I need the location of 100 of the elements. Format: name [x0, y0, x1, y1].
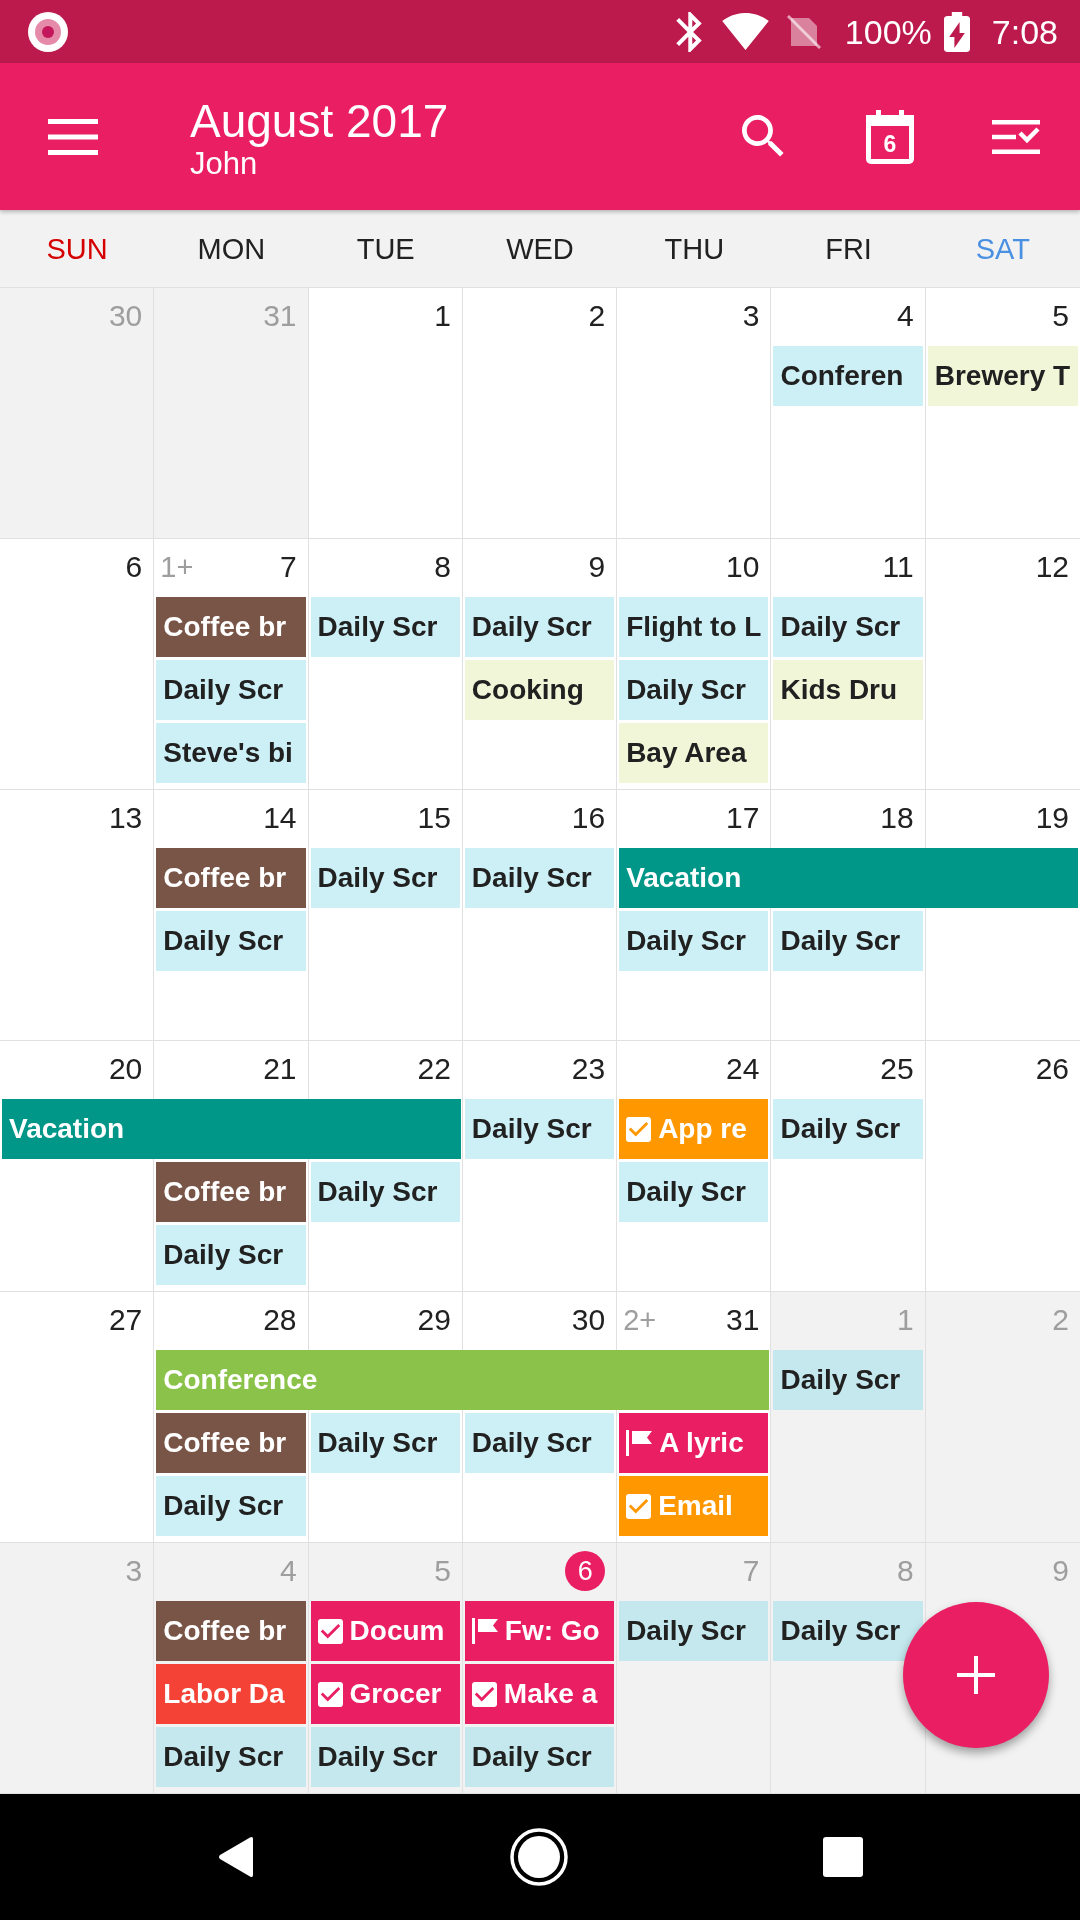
- date-number: 31: [726, 1302, 760, 1338]
- event-chip[interactable]: Daily Scr: [464, 1099, 615, 1159]
- date-number: 4: [897, 298, 914, 334]
- weekday-label: SAT: [975, 231, 1030, 266]
- event-chip[interactable]: Daily Scr: [464, 1413, 615, 1473]
- date-number: 12: [1035, 549, 1069, 585]
- date-number: 8: [897, 1553, 914, 1589]
- event-chip[interactable]: Daily Scr: [619, 660, 769, 720]
- event-chip[interactable]: Daily Scr: [773, 597, 923, 657]
- day-cell[interactable]: 1 Daily Scr: [771, 1292, 926, 1542]
- list-check-icon[interactable]: [992, 119, 1040, 154]
- event-chip[interactable]: Cooking: [464, 660, 615, 720]
- event-chip[interactable]: Conferen: [773, 346, 923, 406]
- today-button[interactable]: 6: [866, 109, 914, 164]
- day-cell[interactable]: 11 Daily Scr Kids Dru: [771, 539, 926, 789]
- event-chip[interactable]: Daily Scr: [619, 911, 769, 971]
- weekday-label: MON: [197, 231, 266, 266]
- date-number: 28: [263, 1302, 297, 1338]
- event-chip[interactable]: Daily Scr: [464, 597, 615, 657]
- event-bar[interactable]: Vacation: [619, 848, 1078, 908]
- day-cell[interactable]: 16 Daily Scr: [462, 790, 618, 1040]
- day-cell[interactable]: 4 Coffee br Labor Da Daily Scr: [154, 1543, 309, 1793]
- event-chip[interactable]: A lyric: [619, 1413, 769, 1473]
- day-cell[interactable]: 7 Daily Scr: [617, 1543, 772, 1793]
- checked-box-icon[interactable]: [626, 1116, 652, 1142]
- date-number: 22: [417, 1051, 451, 1087]
- event-chip[interactable]: Daily Scr: [156, 1476, 306, 1536]
- day-cell[interactable]: 24 App re Daily Scr: [617, 1041, 772, 1291]
- date-number: 9: [1052, 1553, 1069, 1589]
- event-chip[interactable]: Daily Scr: [156, 660, 306, 720]
- day-cell[interactable]: 14 Coffee br Daily Scr: [154, 790, 309, 1040]
- day-cell[interactable]: 15 Daily Scr: [308, 790, 463, 1040]
- event-chip[interactable]: Coffee br: [156, 1601, 306, 1661]
- date-number: 25: [880, 1051, 914, 1087]
- event-chip[interactable]: Daily Scr: [310, 597, 460, 657]
- event-chip[interactable]: Daily Scr: [773, 1601, 923, 1661]
- day-cell[interactable]: 25 Daily Scr: [771, 1041, 926, 1291]
- event-chip[interactable]: Fw: Go: [464, 1601, 615, 1661]
- menu-icon[interactable]: [48, 118, 98, 155]
- date-number: 30: [571, 1302, 606, 1338]
- day-cell[interactable]: 1+ 7 Coffee br Daily Scr Steve's bi: [154, 539, 309, 789]
- event-chip[interactable]: Daily Scr: [773, 1099, 923, 1159]
- event-chip[interactable]: Daily Scr: [464, 1727, 615, 1787]
- date-number: 4: [279, 1553, 297, 1589]
- event-chip[interactable]: Steve's bi: [156, 723, 306, 783]
- weekday-label: THU: [664, 231, 725, 266]
- date-number: 5: [1052, 298, 1069, 334]
- date-number: 9: [588, 549, 606, 585]
- date-number: 15: [417, 800, 451, 836]
- event-chip[interactable]: Daily Scr: [156, 911, 306, 971]
- event-chip[interactable]: Grocer: [310, 1664, 460, 1724]
- event-chip[interactable]: Daily Scr: [310, 1162, 460, 1222]
- event-chip[interactable]: Coffee br: [156, 1162, 306, 1222]
- back-icon[interactable]: [217, 1836, 255, 1878]
- date-number: 26: [1035, 1051, 1069, 1087]
- date-number: 31: [263, 298, 297, 334]
- date-number: 24: [726, 1051, 760, 1087]
- day-cell[interactable]: 6 Fw: Go Make a Daily Scr: [462, 1543, 618, 1793]
- day-cell[interactable]: 8 Daily Scr: [308, 539, 463, 789]
- event-chip[interactable]: Docum: [310, 1601, 460, 1661]
- weekday-label: WED: [506, 231, 574, 266]
- event-chip[interactable]: Bay Area: [619, 723, 769, 783]
- day-cell[interactable]: 5 Docum Grocer Daily Scr: [308, 1543, 463, 1793]
- day-cell[interactable]: 4 Conferen: [771, 288, 926, 538]
- event-chip[interactable]: Daily Scr: [310, 1727, 460, 1787]
- day-cell[interactable]: 10 Flight to L Daily Scr Bay Area: [617, 539, 772, 789]
- event-chip[interactable]: Daily Scr: [773, 1350, 923, 1410]
- date-number: 6: [565, 1551, 606, 1591]
- event-chip[interactable]: Daily Scr: [310, 1413, 460, 1473]
- event-chip[interactable]: Make a: [464, 1664, 615, 1724]
- day-cell[interactable]: 23 Daily Scr: [462, 1041, 618, 1291]
- date-number: 6: [125, 549, 143, 585]
- home-icon[interactable]: [510, 1828, 568, 1886]
- date-number: 5: [434, 1553, 451, 1589]
- event-chip[interactable]: Daily Scr: [619, 1162, 769, 1222]
- checked-box-icon[interactable]: [317, 1618, 343, 1644]
- day-cell[interactable]: 8 Daily Scr: [771, 1543, 926, 1793]
- date-number: 19: [1035, 800, 1069, 836]
- event-chip[interactable]: Kids Dru: [773, 660, 923, 720]
- date-number: 14: [263, 800, 297, 836]
- event-bar[interactable]: Vacation: [2, 1099, 461, 1159]
- event-chip[interactable]: Coffee br: [156, 848, 306, 908]
- event-chip[interactable]: Daily Scr: [310, 848, 460, 908]
- checked-box-icon[interactable]: [317, 1681, 343, 1707]
- event-chip[interactable]: Daily Scr: [619, 1601, 769, 1661]
- event-chip[interactable]: Flight to L: [619, 597, 769, 657]
- event-chip[interactable]: Labor Da: [156, 1664, 306, 1724]
- event-chip[interactable]: Daily Scr: [156, 1225, 306, 1285]
- event-chip[interactable]: Coffee br: [156, 597, 306, 657]
- search-icon[interactable]: [742, 114, 786, 159]
- day-cell[interactable]: 9 Daily Scr Cooking: [462, 539, 618, 789]
- checked-box-icon[interactable]: [626, 1493, 652, 1519]
- event-chip[interactable]: Brewery T: [927, 346, 1078, 406]
- checked-box-icon[interactable]: [471, 1681, 497, 1707]
- event-chip[interactable]: Daily Scr: [773, 911, 923, 971]
- plus-icon: [957, 1656, 995, 1694]
- event-chip[interactable]: Daily Scr: [156, 1727, 306, 1787]
- wifi-icon: [721, 13, 769, 50]
- event-chip[interactable]: Coffee br: [156, 1413, 306, 1473]
- event-chip[interactable]: Daily Scr: [464, 848, 615, 908]
